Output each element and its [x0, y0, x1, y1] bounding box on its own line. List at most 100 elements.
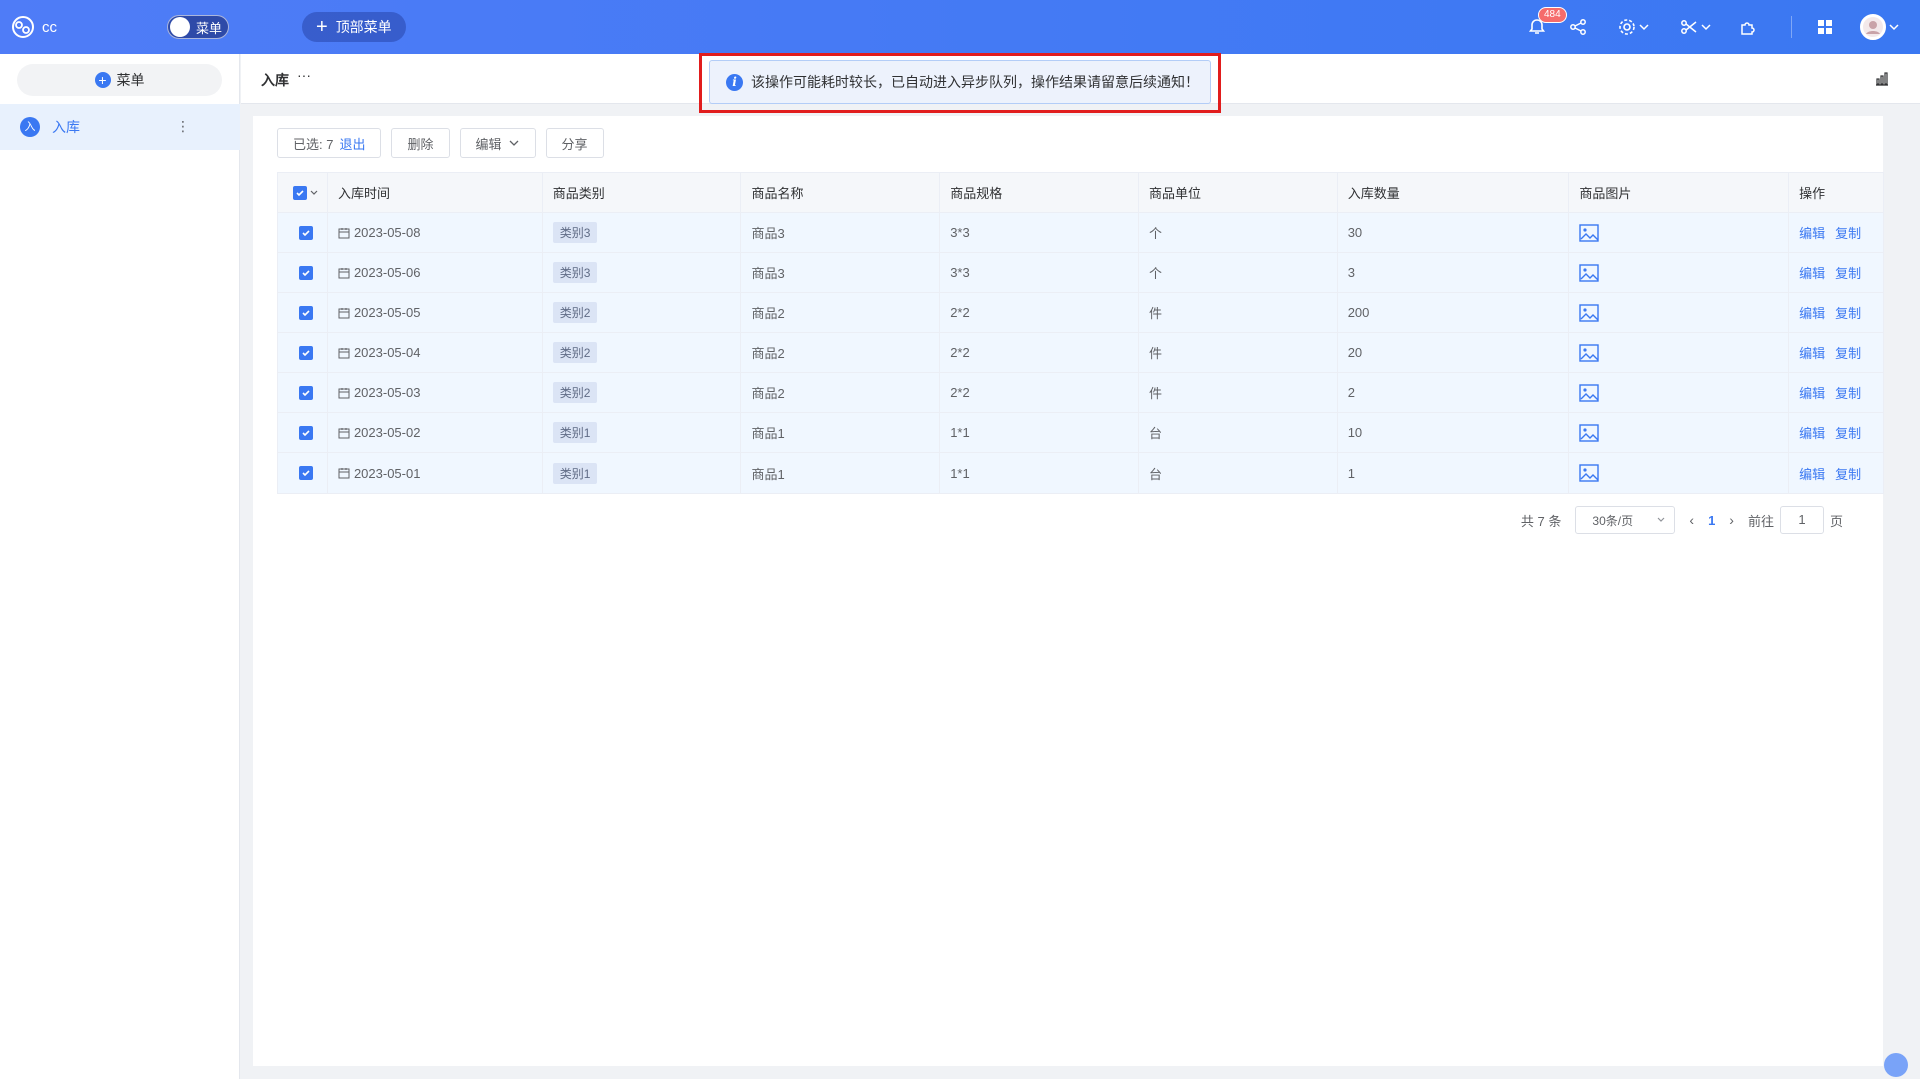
calendar-icon	[338, 468, 350, 479]
row-copy-link[interactable]: 复制	[1835, 423, 1861, 442]
row-copy-link[interactable]: 复制	[1835, 343, 1861, 362]
row-checkbox[interactable]	[299, 265, 314, 280]
image-icon[interactable]	[1579, 423, 1600, 442]
image-icon[interactable]	[1579, 223, 1600, 242]
column-header[interactable]: 商品类别	[543, 173, 742, 212]
column-header[interactable]: 商品名称	[741, 173, 941, 212]
apps-button[interactable]	[1814, 16, 1836, 38]
column-header[interactable]: 商品规格	[940, 173, 1139, 212]
table-row[interactable]: 2023-05-05 类别2 商品2 2*2 件 200 编辑 复制	[278, 293, 1883, 333]
avatar	[1860, 14, 1886, 40]
page-size-value: 30条/页	[1592, 513, 1634, 528]
select-all-checkbox[interactable]	[293, 185, 308, 200]
top-menu-button[interactable]: + 顶部菜单	[302, 12, 406, 42]
settings-menu[interactable]	[1615, 16, 1653, 38]
row-select-cell[interactable]	[278, 253, 328, 292]
row-copy-link[interactable]: 复制	[1835, 223, 1861, 242]
row-select-cell[interactable]	[278, 293, 328, 332]
sidebar-item-avatar: 入	[20, 117, 40, 137]
page-more-button[interactable]: ···	[297, 67, 311, 83]
table-row[interactable]: 2023-05-01 类别1 商品1 1*1 台 1 编辑 复制	[278, 453, 1883, 493]
quantity-cell: 30	[1338, 213, 1570, 252]
plugin-button[interactable]	[1737, 16, 1759, 38]
row-checkbox[interactable]	[299, 385, 314, 400]
floating-help-button[interactable]	[1884, 1053, 1908, 1077]
calendar-icon	[338, 347, 350, 358]
image-icon[interactable]	[1579, 263, 1600, 282]
plus-circle-icon: +	[94, 72, 111, 88]
sidebar-item-inbound[interactable]: 入 入库 ⋮	[0, 104, 240, 150]
sidebar-item-label: 入库	[52, 119, 80, 135]
row-select-cell[interactable]	[278, 333, 328, 372]
column-header[interactable]: 商品单位	[1139, 173, 1338, 212]
row-checkbox[interactable]	[299, 305, 314, 320]
share-button[interactable]: 分享	[545, 128, 604, 158]
row-copy-link[interactable]: 复制	[1835, 303, 1861, 322]
image-icon[interactable]	[1579, 343, 1600, 362]
table-row[interactable]: 2023-05-03 类别2 商品2 2*2 件 2 编辑 复制	[278, 373, 1883, 413]
row-edit-link[interactable]: 编辑	[1799, 303, 1825, 322]
table-row[interactable]: 2023-05-02 类别1 商品1 1*1 台 10 编辑 复制	[278, 413, 1883, 453]
category-cell: 类别2	[543, 333, 742, 372]
row-checkbox[interactable]	[299, 466, 314, 480]
column-header[interactable]: 商品图片	[1569, 173, 1790, 212]
data-table: 入库时间 商品类别 商品名称 商品规格 商品单位 入库数量 商品图片 操作 20…	[277, 172, 1884, 494]
image-icon[interactable]	[1579, 464, 1600, 482]
row-edit-link[interactable]: 编辑	[1799, 223, 1825, 242]
menu-toggle[interactable]: 菜单	[167, 15, 229, 39]
user-avatar-icon	[1863, 17, 1883, 37]
add-menu-button[interactable]: + 菜单	[17, 64, 222, 96]
row-edit-link[interactable]: 编辑	[1799, 383, 1825, 402]
table-row[interactable]: 2023-05-04 类别2 商品2 2*2 件 20 编辑 复制	[278, 333, 1883, 373]
plus-icon: +	[316, 16, 328, 38]
row-checkbox[interactable]	[299, 345, 314, 360]
row-copy-link[interactable]: 复制	[1835, 464, 1861, 483]
category-cell: 类别1	[543, 413, 742, 452]
goto-page-input[interactable]: 1	[1779, 506, 1824, 534]
app-logo[interactable]: cc	[10, 14, 57, 40]
row-checkbox[interactable]	[299, 425, 314, 440]
page-size-select[interactable]: 30条/页	[1575, 506, 1676, 534]
image-icon[interactable]	[1579, 383, 1600, 402]
image-icon[interactable]	[1579, 303, 1600, 322]
unit-cell: 个	[1139, 213, 1338, 252]
selected-count-button[interactable]: 已选: 7 退出	[277, 128, 382, 158]
more-vertical-icon[interactable]: ⋮	[176, 118, 190, 135]
share-button[interactable]	[1567, 16, 1589, 38]
current-page[interactable]: 1	[1708, 513, 1715, 528]
row-copy-link[interactable]: 复制	[1835, 263, 1861, 282]
category-cell: 类别1	[543, 453, 742, 493]
row-edit-link[interactable]: 编辑	[1799, 464, 1825, 483]
chevron-down-icon[interactable]	[309, 188, 319, 198]
exit-selection-link[interactable]: 退出	[339, 134, 365, 153]
row-edit-link[interactable]: 编辑	[1799, 423, 1825, 442]
column-header[interactable]: 入库数量	[1338, 173, 1570, 212]
row-select-cell[interactable]	[278, 453, 328, 493]
bar-chart-icon[interactable]	[1874, 71, 1890, 87]
next-page-button[interactable]: ›	[1729, 512, 1734, 528]
delete-button[interactable]: 删除	[391, 128, 450, 158]
table-row[interactable]: 2023-05-06 类别3 商品3 3*3 个 3 编辑 复制	[278, 253, 1883, 293]
table-row[interactable]: 2023-05-08 类别3 商品3 3*3 个 30 编辑 复制	[278, 213, 1883, 253]
row-copy-link[interactable]: 复制	[1835, 383, 1861, 402]
column-header[interactable]: 入库时间	[328, 173, 543, 212]
name-cell: 商品2	[741, 293, 941, 332]
user-menu[interactable]	[1860, 14, 1900, 40]
quantity-cell: 20	[1338, 333, 1570, 372]
row-select-cell[interactable]	[278, 373, 328, 412]
notification-bell[interactable]: 484	[1526, 7, 1567, 38]
row-checkbox[interactable]	[299, 225, 314, 240]
row-select-cell[interactable]	[278, 213, 328, 252]
calendar-icon	[338, 427, 350, 438]
spec-cell: 2*2	[940, 333, 1139, 372]
row-edit-link[interactable]: 编辑	[1799, 263, 1825, 282]
tools-menu[interactable]	[1677, 16, 1715, 38]
date-value: 2023-05-01	[353, 465, 421, 481]
category-tag: 类别1	[552, 462, 598, 484]
prev-page-button[interactable]: ‹	[1689, 512, 1694, 528]
row-edit-link[interactable]: 编辑	[1799, 343, 1825, 362]
date-value: 2023-05-06	[353, 265, 421, 280]
row-select-cell[interactable]	[278, 413, 328, 452]
select-all-cell[interactable]	[278, 173, 328, 212]
edit-dropdown-button[interactable]: 编辑	[459, 128, 536, 158]
